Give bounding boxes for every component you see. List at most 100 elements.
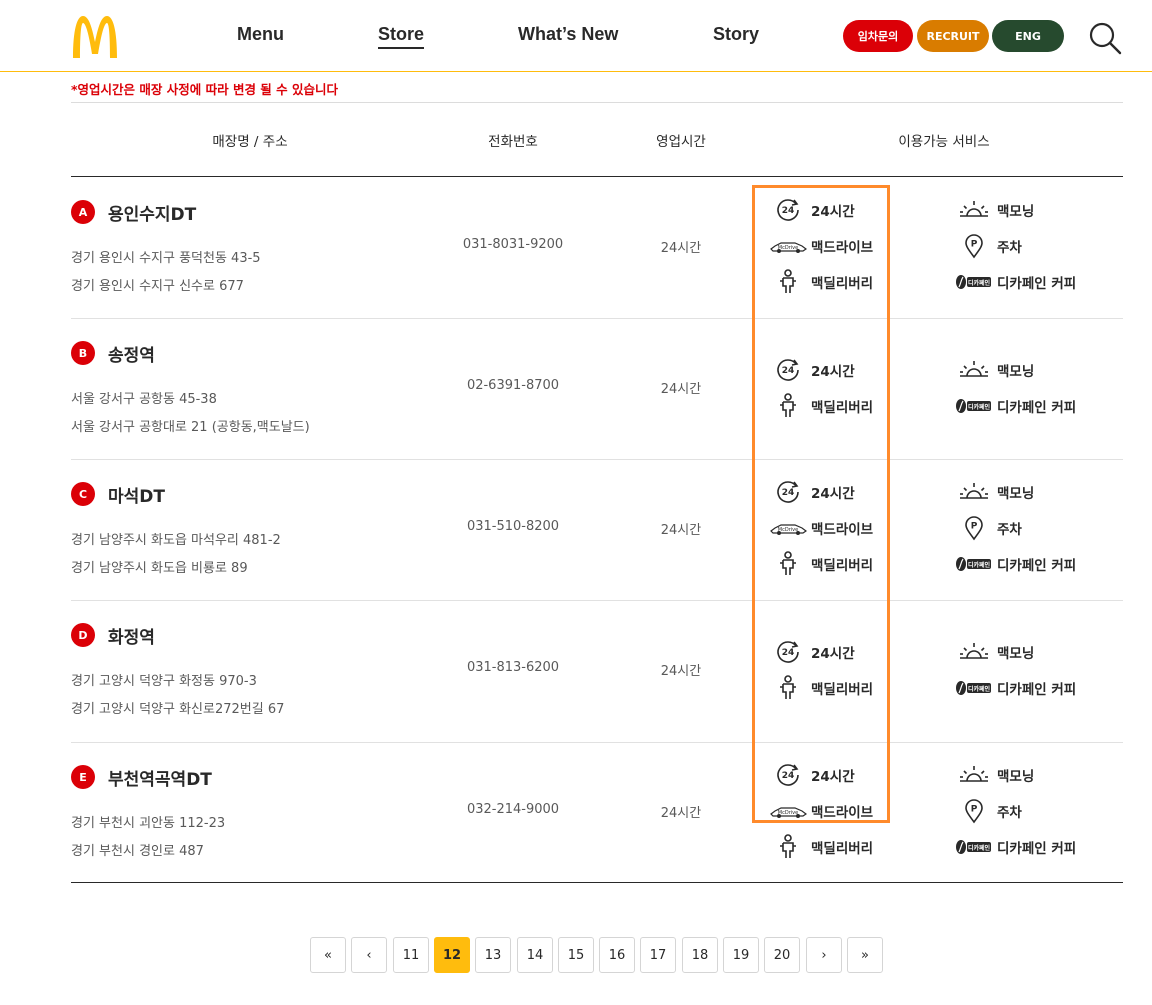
service-label: 디카페인 커피 xyxy=(997,276,1077,292)
last-page-button[interactable]: » xyxy=(847,937,883,973)
service-label: 디카페인 커피 xyxy=(997,841,1077,857)
service-item: 디카페인 디카페인 커피 xyxy=(955,835,1076,859)
recruit-button[interactable]: RECRUIT xyxy=(917,20,989,52)
delivery-scooter-icon xyxy=(769,834,807,859)
parking-pin-icon: P xyxy=(955,516,993,541)
nav-story[interactable]: Story xyxy=(713,24,759,45)
store-row: C 마석DT 경기 남양주시 화도읍 마석우리 481-2 경기 남양주시 화도읍 비… xyxy=(0,459,1152,600)
store-name[interactable]: 부천역곡역DT xyxy=(108,765,212,790)
store-marker-badge: C xyxy=(71,482,95,506)
service-label: 맥모닝 xyxy=(997,646,1035,662)
store-name[interactable]: 용인수지DT xyxy=(108,200,196,225)
page-button[interactable]: 13 xyxy=(475,937,511,973)
store-address-road: 경기 남양주시 화도읍 비룡로 89 xyxy=(71,561,248,576)
decaf-coffee-icon: 디카페인 xyxy=(955,270,993,294)
service-label: 디카페인 커피 xyxy=(997,400,1077,416)
next-page-button[interactable]: › xyxy=(806,937,842,973)
page-button[interactable]: 16 xyxy=(599,937,635,973)
store-phone: 031-8031-9200 xyxy=(462,237,564,252)
store-address-lot: 경기 부천시 괴안동 112-23 xyxy=(71,816,226,831)
store-name[interactable]: 마석DT xyxy=(108,482,165,507)
store-address-road: 서울 강서구 공항대로 21 (공항동,맥도날드) xyxy=(71,420,310,435)
decaf-coffee-icon: 디카페인 xyxy=(955,552,993,576)
service-label: 맥딜리버리 xyxy=(811,841,874,857)
table-bottom-divider xyxy=(71,882,1123,883)
service-item: 디카페인 디카페인 커피 xyxy=(955,552,1076,576)
page-button[interactable]: 14 xyxy=(517,937,553,973)
header-store-address: 매장명 / 주소 xyxy=(212,134,288,150)
store-address-lot: 경기 남양주시 화도읍 마석우리 481-2 xyxy=(71,533,281,548)
sunrise-icon xyxy=(955,763,993,787)
page-button[interactable]: 20 xyxy=(764,937,800,973)
store-hours: 24시간 xyxy=(660,664,702,679)
store-hours: 24시간 xyxy=(660,241,702,256)
service-item: 맥모닝 xyxy=(955,480,1034,504)
store-marker-badge: B xyxy=(71,341,95,365)
decaf-coffee-icon: 디카페인 xyxy=(955,835,993,859)
store-phone: 031-813-6200 xyxy=(466,660,560,675)
page-button[interactable]: 15 xyxy=(558,937,594,973)
sunrise-icon xyxy=(955,358,993,382)
store-marker-badge: D xyxy=(71,623,95,647)
svg-text:디카페인: 디카페인 xyxy=(968,685,991,693)
search-icon[interactable] xyxy=(1087,20,1123,56)
service-label: 맥모닝 xyxy=(997,204,1035,220)
store-row: B 송정역서울 강서구 공항동 45-38 서울 강서구 공항대로 21 (공항동,… xyxy=(0,318,1152,459)
page-button[interactable]: 11 xyxy=(393,937,429,973)
store-phone: 02-6391-8700 xyxy=(466,378,560,393)
nav-store[interactable]: Store xyxy=(378,24,425,49)
nav-whats-new[interactable]: What’s New xyxy=(518,24,618,45)
golden-arches-logo[interactable] xyxy=(70,14,120,58)
sunrise-icon xyxy=(955,480,993,504)
parking-pin-icon: P xyxy=(955,234,993,259)
decaf-coffee-icon: 디카페인 xyxy=(955,394,993,418)
store-address-lot: 경기 용인시 수지구 풍덕천동 43-5 xyxy=(71,251,261,266)
service-item: 디카페인 디카페인 커피 xyxy=(955,676,1076,700)
svg-text:디카페인: 디카페인 xyxy=(968,844,991,852)
table-top-divider xyxy=(71,102,1123,103)
prev-page-button[interactable]: ‹ xyxy=(351,937,387,973)
service-label: 디카페인 커피 xyxy=(997,682,1077,698)
page-button[interactable]: 17 xyxy=(640,937,676,973)
store-marker-badge: E xyxy=(71,765,95,789)
page-button[interactable]: 18 xyxy=(682,937,718,973)
service-highlight-box xyxy=(752,185,890,823)
svg-text:P: P xyxy=(971,805,978,815)
eng-button[interactable]: ENG xyxy=(992,20,1064,52)
store-address-lot: 서울 강서구 공항동 45-38 xyxy=(71,392,217,407)
store-marker-badge: A xyxy=(71,200,95,224)
service-item: 디카페인 디카페인 커피 xyxy=(955,270,1076,294)
header-services: 이용가능 서비스 xyxy=(898,134,990,150)
svg-text:디카페인: 디카페인 xyxy=(968,279,991,287)
page-button[interactable]: 12 xyxy=(434,937,470,973)
service-item: 맥모닝 xyxy=(955,763,1034,787)
service-label: 맥모닝 xyxy=(997,486,1035,502)
service-item: 맥딜리버리 xyxy=(769,834,874,859)
hours-notice: *영업시간은 매장 사정에 따라 변경 될 수 있습니다 xyxy=(71,82,339,97)
parking-pin-icon: P xyxy=(955,799,993,824)
nav-menu[interactable]: Menu xyxy=(237,24,284,45)
service-item: 맥모닝 xyxy=(955,640,1034,664)
svg-text:P: P xyxy=(971,240,978,250)
first-page-button[interactable]: « xyxy=(310,937,346,973)
service-label: 주차 xyxy=(997,805,1022,821)
service-item: 디카페인 디카페인 커피 xyxy=(955,394,1076,418)
store-address-road: 경기 부천시 경인로 487 xyxy=(71,844,204,859)
store-address-road: 경기 용인시 수지구 신수로 677 xyxy=(71,279,244,294)
site-header: Menu Store What’s New Story 임차문의 RECRUIT… xyxy=(0,0,1152,72)
service-label: 디카페인 커피 xyxy=(997,558,1077,574)
leasing-inquiry-button[interactable]: 임차문의 xyxy=(843,20,913,52)
store-address-road: 경기 고양시 덕양구 화신로272번길 67 xyxy=(71,702,285,717)
store-row: D 화정역 경기 고양시 덕양구 화정동 970-3 경기 고양시 덕양구 화신로27… xyxy=(0,600,1152,741)
store-hours: 24시간 xyxy=(660,523,702,538)
header-hours: 영업시간 xyxy=(656,134,706,150)
service-label: 맥모닝 xyxy=(997,364,1035,380)
page-button[interactable]: 19 xyxy=(723,937,759,973)
service-label: 주차 xyxy=(997,240,1022,256)
store-hours: 24시간 xyxy=(660,382,702,397)
service-label: 주차 xyxy=(997,522,1022,538)
store-hours: 24시간 xyxy=(660,806,702,821)
svg-text:P: P xyxy=(971,522,978,532)
store-name[interactable]: 송정역 xyxy=(108,341,155,366)
store-name[interactable]: 화정역 xyxy=(108,623,155,648)
